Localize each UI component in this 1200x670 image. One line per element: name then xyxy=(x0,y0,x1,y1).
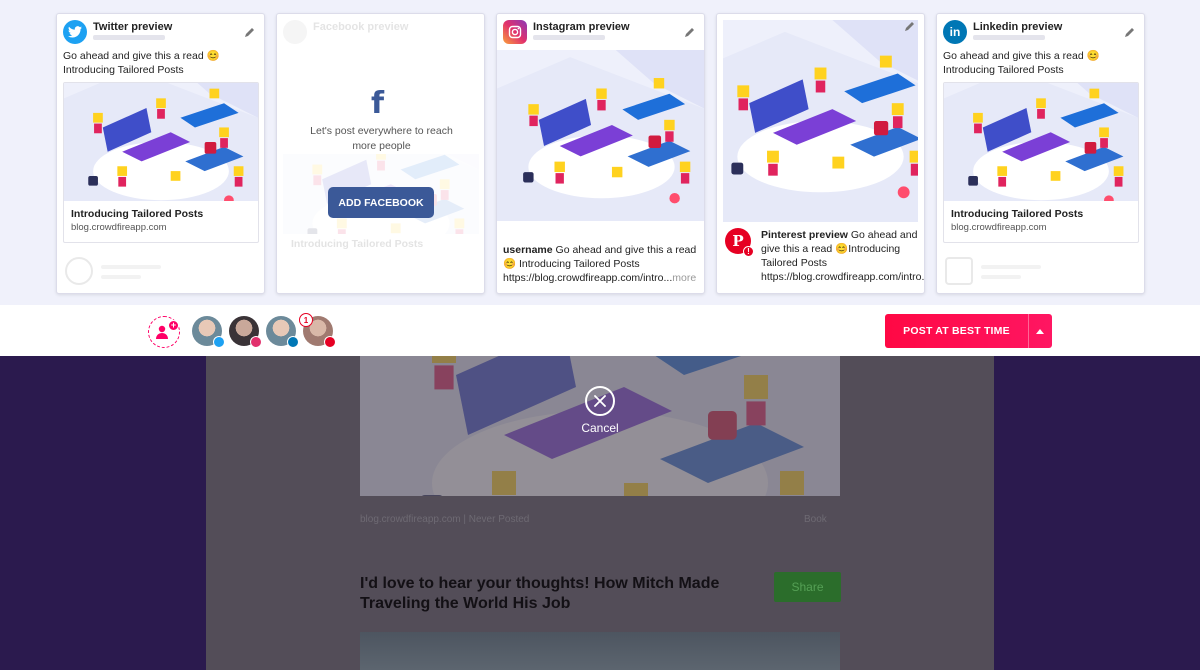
caption-username: username xyxy=(503,244,553,256)
pinterest-badge-icon xyxy=(324,336,336,348)
footer-line xyxy=(981,265,1041,269)
facebook-preview-card: Facebook preview Introducing Tailored Po… xyxy=(276,13,485,294)
count-badge-value: 1 xyxy=(303,315,309,325)
card-footer-faded xyxy=(945,257,1136,287)
footer-avatar-placeholder xyxy=(65,257,93,285)
post-text: Go ahead and give this a read 😊 Introduc… xyxy=(63,49,258,77)
link-url: blog.crowdfireapp.com xyxy=(951,222,1047,233)
edit-pencil-icon[interactable] xyxy=(684,26,696,38)
card-header: Instagram preview xyxy=(503,20,698,46)
card-footer-faded xyxy=(65,257,256,287)
linkedin-preview-card: in Linkedin preview Go ahead and give th… xyxy=(936,13,1145,294)
cancel-label[interactable]: Cancel xyxy=(560,421,640,435)
post-text-line1: Go ahead and give this a read 😊 xyxy=(63,50,220,62)
post-text-line2: Introducing Tailored Posts xyxy=(943,64,1064,76)
facebook-logo-icon: f xyxy=(371,86,385,121)
cancel-button[interactable] xyxy=(585,386,615,416)
footer-line xyxy=(981,275,1021,279)
background-book-link: Book xyxy=(804,514,827,525)
background-post-meta: blog.crowdfireapp.com | Never Posted xyxy=(360,514,530,525)
instagram-badge-icon xyxy=(250,336,262,348)
pinterest-caption: Pinterest preview Go ahead and give this… xyxy=(761,228,924,284)
instagram-account-avatar[interactable] xyxy=(229,316,262,348)
compose-action-bar: + 1 POST AT BEST TIME xyxy=(0,305,1200,356)
post-text-line1: Go ahead and give this a read 😊 xyxy=(943,50,1100,62)
background-headline: I'd love to hear your thoughts! How Mitc… xyxy=(360,575,720,612)
background-share-button: Share xyxy=(774,572,841,602)
ghost-link-title: Introducing Tailored Posts xyxy=(291,238,424,250)
close-icon xyxy=(594,395,606,407)
twitter-preview-title: Twitter preview xyxy=(93,21,173,33)
instagram-icon xyxy=(503,20,527,44)
twitter-account-avatar[interactable] xyxy=(192,316,225,348)
pinterest-preview-title: Pinterest preview xyxy=(761,229,848,241)
preview-tray: Twitter preview Go ahead and give this a… xyxy=(0,0,1200,305)
instagram-post-image xyxy=(497,50,704,221)
link-preview[interactable]: Introducing Tailored Posts blog.crowdfir… xyxy=(943,82,1139,243)
twitter-preview-card: Twitter preview Go ahead and give this a… xyxy=(56,13,265,294)
card-header: Twitter preview xyxy=(63,20,258,46)
linkedin-preview-title: Linkedin preview xyxy=(973,21,1063,33)
post-button-label: POST AT BEST TIME xyxy=(903,325,1010,337)
pinterest-account-avatar[interactable]: 1 xyxy=(299,313,336,348)
footer-avatar-placeholder xyxy=(945,257,973,285)
count-badge: 1 xyxy=(299,313,313,327)
pinterest-preview-card: P ! Pinterest preview Go ahead and give … xyxy=(716,13,925,294)
link-title: Introducing Tailored Posts xyxy=(951,208,1084,220)
post-options-dropdown[interactable] xyxy=(1028,314,1052,348)
facebook-icon xyxy=(283,20,307,44)
instagram-preview-title: Instagram preview xyxy=(533,21,630,33)
warning-badge-icon: ! xyxy=(743,246,754,257)
add-facebook-button[interactable]: ADD FACEBOOK xyxy=(328,187,434,218)
link-url: blog.crowdfireapp.com xyxy=(71,222,167,233)
post-text-line2: Introducing Tailored Posts xyxy=(63,64,184,76)
caret-up-icon xyxy=(1036,328,1044,334)
linkedin-badge-icon xyxy=(287,336,299,348)
footer-line xyxy=(101,275,141,279)
card-header: in Linkedin preview xyxy=(943,20,1138,46)
facebook-prompt: Let's post everywhere to reach more peop… xyxy=(310,125,453,152)
link-preview[interactable]: Introducing Tailored Posts blog.crowdfir… xyxy=(63,82,259,243)
edit-pencil-icon[interactable] xyxy=(244,26,256,38)
account-handle-placeholder xyxy=(533,35,605,40)
edit-pencil-icon[interactable] xyxy=(904,20,916,32)
footer-line xyxy=(101,265,161,269)
more-link[interactable]: more xyxy=(672,272,696,284)
link-preview-image xyxy=(64,83,258,201)
account-handle-placeholder xyxy=(93,35,165,40)
facebook-preview-title: Facebook preview xyxy=(313,21,409,33)
add-account-button[interactable]: + xyxy=(148,316,180,348)
instagram-caption: username Go ahead and give this a read 😊… xyxy=(503,243,698,285)
post-text: Go ahead and give this a read 😊 Introduc… xyxy=(943,49,1138,77)
edit-pencil-icon[interactable] xyxy=(1124,26,1136,38)
plus-badge-icon: + xyxy=(168,320,179,331)
twitter-badge-icon xyxy=(213,336,225,348)
linkedin-icon: in xyxy=(943,20,967,44)
background-second-image xyxy=(360,632,840,670)
account-handle-placeholder xyxy=(973,35,1045,40)
link-title: Introducing Tailored Posts xyxy=(71,208,204,220)
linkedin-account-avatar[interactable] xyxy=(266,316,299,348)
link-preview-image xyxy=(944,83,1138,201)
post-at-best-time-button[interactable]: POST AT BEST TIME xyxy=(885,314,1052,348)
twitter-icon xyxy=(63,20,87,44)
instagram-preview-card: Instagram preview username Go ahead and … xyxy=(496,13,705,294)
pinterest-post-image xyxy=(723,20,918,222)
